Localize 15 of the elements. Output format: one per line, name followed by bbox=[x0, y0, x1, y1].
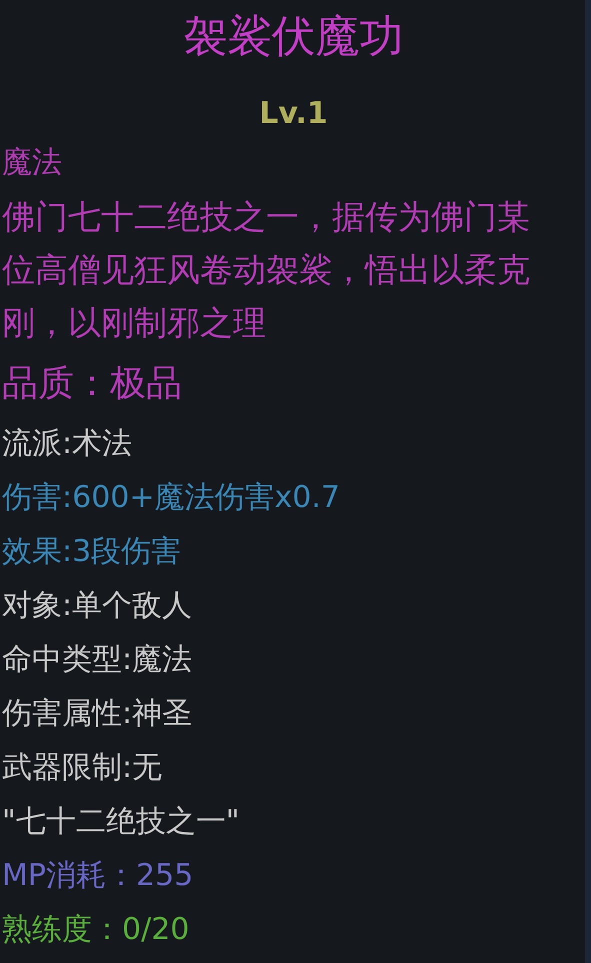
attribute-line: MP消耗：255 bbox=[2, 857, 194, 895]
skill-type: 魔法 bbox=[2, 144, 62, 182]
attribute-line: "七十二绝技之一" bbox=[2, 803, 240, 841]
skill-description: 佛门七十二绝技之一，据传为佛门某位高僧见狂风卷动袈裟，悟出以柔克刚，以刚制邪之理 bbox=[2, 196, 531, 344]
attribute-line: 伤害属性:神圣 bbox=[2, 695, 192, 733]
attribute-line: 伤害:600+魔法伤害x0.7 bbox=[2, 479, 340, 517]
attribute-line: 效果:3段伤害 bbox=[2, 533, 182, 571]
attribute-line: 对象:单个敌人 bbox=[2, 587, 192, 625]
skill-title: 袈裟伏魔功 bbox=[182, 10, 404, 64]
attribute-line: 武器限制:无 bbox=[2, 749, 162, 787]
level-label: Lv.1 bbox=[258, 95, 329, 133]
attribute-line: 熟练度：0/20 bbox=[2, 911, 190, 949]
quality-label: 品质：极品 bbox=[2, 362, 182, 406]
attribute-line: 流派:术法 bbox=[2, 425, 132, 463]
attribute-line: 命中类型:魔法 bbox=[2, 641, 192, 679]
